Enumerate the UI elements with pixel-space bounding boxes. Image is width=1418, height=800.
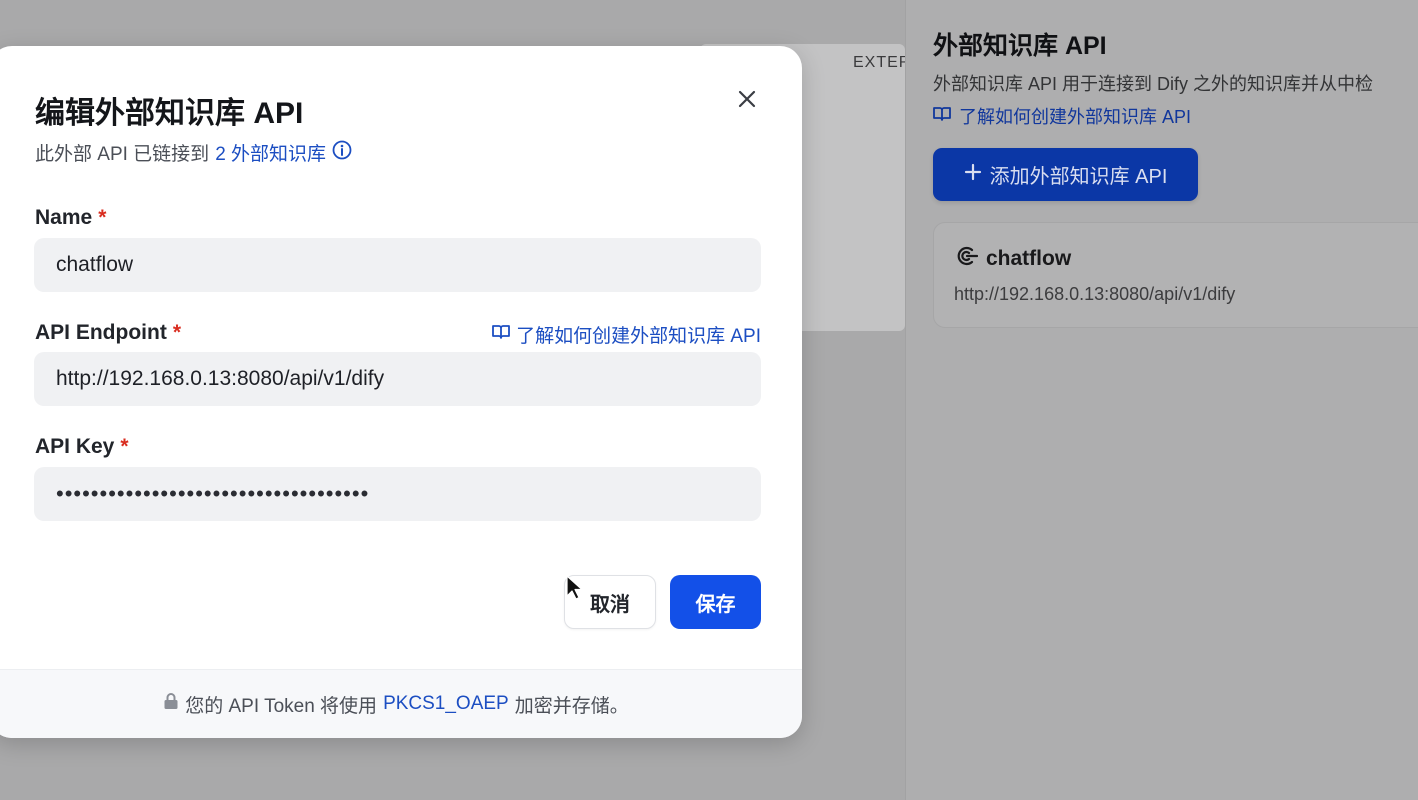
panel-title: 外部知识库 API [933, 32, 1107, 60]
name-input[interactable]: chatflow [34, 238, 761, 292]
api-card-url: http://192.168.0.13:8080/api/v1/dify [954, 284, 1236, 304]
encryption-notice-suffix: 加密并存储。 [514, 695, 629, 717]
api-card-name: chatflow [986, 247, 1072, 270]
name-label-text: Name [35, 206, 93, 229]
panel-help-link[interactable]: 了解如何创建外部知识库 API [933, 103, 1191, 129]
api-card-title: chatflow [954, 245, 1071, 273]
endpoint-help-label: 了解如何创建外部知识库 API [516, 326, 761, 347]
external-api-card[interactable]: chatflow http://192.168.0.13:8080/api/v1… [933, 222, 1418, 328]
plus-icon [964, 163, 982, 187]
cursor-icon [566, 575, 584, 606]
encryption-notice: 您的 API Token 将使用 PKCS1_OAEP 加密并存储。 [0, 669, 802, 738]
add-external-api-button[interactable]: 添加外部知识库 API [933, 148, 1198, 201]
endpoint-label: API Endpoint * [35, 321, 181, 345]
endpoint-label-text: API Endpoint [35, 321, 167, 344]
api-key-label: API Key * [35, 435, 129, 459]
api-key-label-text: API Key [35, 435, 115, 458]
lock-icon [163, 692, 179, 716]
endpoint-input[interactable]: http://192.168.0.13:8080/api/v1/dify [34, 352, 761, 406]
close-icon [738, 90, 756, 113]
linked-info-prefix: 此外部 API 已链接到 [35, 144, 210, 165]
encryption-algorithm-link[interactable]: PKCS1_OAEP [383, 693, 509, 715]
dialog-title: 编辑外部知识库 API [35, 97, 304, 130]
book-icon [933, 106, 951, 127]
save-button[interactable]: 保存 [670, 575, 761, 629]
add-external-api-label: 添加外部知识库 API [989, 166, 1168, 188]
linked-knowledge-link[interactable]: 2 外部知识库 [215, 139, 326, 166]
linked-knowledge-info: 此外部 API 已链接到 2 外部知识库 [35, 139, 352, 166]
endpoint-help-link[interactable]: 了解如何创建外部知识库 API [492, 321, 761, 348]
external-api-panel: 外部知识库 API 外部知识库 API 用于连接到 Dify 之外的知识库并从中… [905, 0, 1418, 800]
required-mark: * [120, 435, 129, 458]
api-key-input[interactable]: •••••••••••••••••••••••••••••••••••• [34, 467, 761, 521]
info-icon[interactable] [332, 140, 352, 166]
background-tab-label: EXTERN [853, 54, 905, 71]
book-icon [492, 324, 510, 346]
panel-help-link-label: 了解如何创建外部知识库 API [959, 107, 1192, 127]
required-mark: * [98, 206, 107, 229]
required-mark: * [172, 321, 182, 344]
name-label: Name * [35, 206, 106, 230]
api-icon [954, 245, 979, 273]
encryption-notice-prefix: 您的 API Token 将使用 [185, 695, 378, 717]
close-button[interactable] [734, 88, 760, 114]
panel-description: 外部知识库 API 用于连接到 Dify 之外的知识库并从中检 [933, 74, 1374, 94]
edit-external-api-dialog: 编辑外部知识库 API 此外部 API 已链接到 2 外部知识库 Name * c… [0, 46, 802, 738]
